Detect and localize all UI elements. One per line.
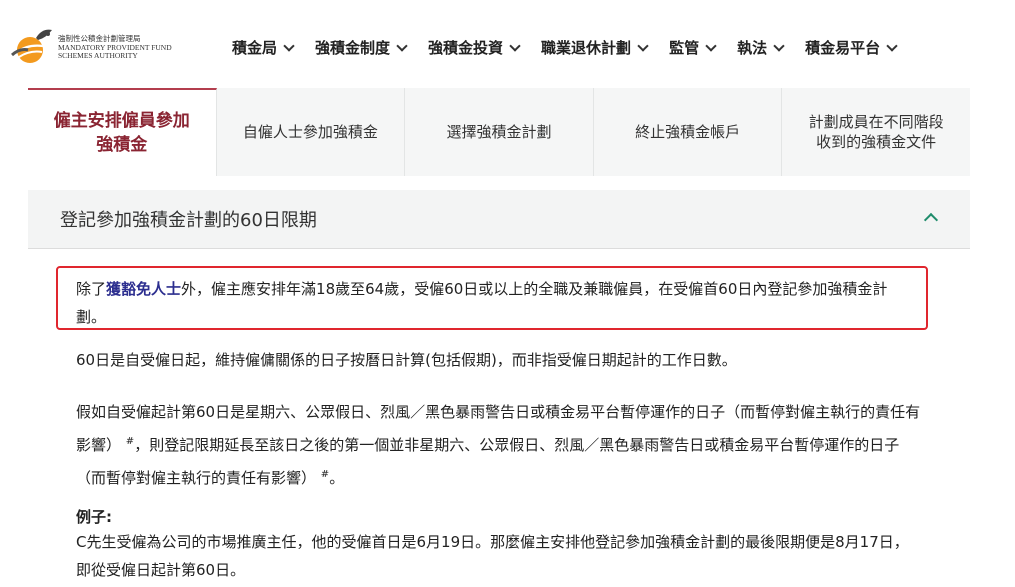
tab-self-employed[interactable]: 自僱人士參加強積金: [217, 88, 406, 176]
chevron-down-icon: [637, 39, 649, 52]
tab-terminate-account[interactable]: 終止強積金帳戶: [594, 88, 783, 176]
nav-item-enforcement[interactable]: 執法: [737, 37, 785, 58]
p3-b: ，則登記限期延長至該日之後的第一個並非星期六、公眾假日、烈風／黑色暴雨警告日或積…: [76, 436, 900, 487]
nav-item-mpf-system[interactable]: 強積金制度: [315, 37, 408, 58]
nav-item-empf[interactable]: 積金易平台: [805, 37, 898, 58]
paragraph-deadline-extension: 假如自受僱起計第60日是星期六、公眾假日、烈風／黑色暴雨警告日或積金易平台暫停運…: [76, 397, 921, 493]
chevron-up-icon[interactable]: [923, 212, 939, 228]
paragraph-60-days: 60日是自受僱日起，維持僱傭關係的日子按曆日計算(包括假期)，而非指受僱日期起計…: [76, 346, 916, 374]
footnote-marker: #: [125, 436, 135, 447]
nav-item-mpfa[interactable]: 積金局: [232, 37, 295, 58]
nav-item-mpf-investment[interactable]: 強積金投資: [428, 37, 521, 58]
accordion-header[interactable]: 登記參加強積金計劃的60日限期: [28, 190, 970, 249]
footnote-marker: #: [320, 469, 330, 480]
example-label: 例子:: [76, 508, 112, 526]
chevron-down-icon: [773, 39, 785, 52]
section-tabs: 僱主安排僱員參加強積金 自僱人士參加強積金 選擇強積金計劃 終止強積金帳戶 計劃…: [28, 88, 970, 176]
chevron-down-icon: [283, 39, 295, 52]
p4-text: C先生受僱為公司的市場推廣主任，他的受僱首日是6月19日。那麼僱主安排他登記參加…: [76, 533, 909, 579]
logo-english-line2: SCHEMES AUTHORITY: [58, 51, 138, 60]
nav-item-orso[interactable]: 職業退休計劃: [541, 37, 649, 58]
nav-item-label: 積金局: [232, 39, 278, 57]
chevron-down-icon: [705, 39, 717, 52]
p3-c: 。: [329, 469, 345, 487]
tab-label: 終止強積金帳戶: [635, 123, 741, 141]
accordion-title: 登記參加強積金計劃的60日限期: [60, 210, 317, 231]
nav-item-label: 監管: [669, 39, 700, 57]
nav-item-label: 執法: [737, 39, 768, 57]
nav-item-label: 職業退休計劃: [541, 39, 632, 57]
tab-scheme-documents[interactable]: 計劃成員在不同階段收到的強積金文件: [782, 88, 970, 176]
tab-choose-scheme[interactable]: 選擇強積金計劃: [405, 88, 594, 176]
p2-text: 60日是自受僱日起，維持僱傭關係的日子按曆日計算(包括假期)，而非指受僱日期起計…: [76, 351, 737, 369]
mpfa-logo[interactable]: 強制性公積金計劃管理局 MANDATORY PROVIDENT FUND SCH…: [8, 22, 178, 70]
nav-item-label: 強積金制度: [315, 39, 391, 57]
site-header: 強制性公積金計劃管理局 MANDATORY PROVIDENT FUND SCH…: [0, 0, 1015, 95]
p1-pre: 除了: [76, 280, 107, 298]
exempt-persons-link[interactable]: 獲豁免人士: [106, 280, 181, 298]
main-nav: 積金局 強積金制度 強積金投資 職業退休計劃 監管 執法 積金易平台: [232, 37, 918, 58]
chevron-down-icon: [396, 39, 408, 52]
chevron-down-icon: [886, 39, 898, 52]
p1-post: 外，僱主應安排年滿18歲至64歲，受僱60日或以上的全職及兼職僱員，在受僱首60…: [76, 280, 888, 326]
nav-item-regulation[interactable]: 監管: [669, 37, 717, 58]
tab-label: 計劃成員在不同階段收到的強積金文件: [808, 113, 944, 151]
nav-item-label: 積金易平台: [805, 39, 881, 57]
tab-label: 選擇強積金計劃: [446, 123, 552, 141]
paragraph-example: C先生受僱為公司的市場推廣主任，他的受僱首日是6月19日。那麼僱主安排他登記參加…: [76, 528, 921, 584]
tab-employer-enrolment[interactable]: 僱主安排僱員參加強積金: [28, 88, 217, 176]
tab-label: 僱主安排僱員參加強積金: [53, 111, 190, 155]
logo-text: 強制性公積金計劃管理局 MANDATORY PROVIDENT FUND SCH…: [58, 34, 172, 61]
mpf-logo-icon: [11, 29, 52, 63]
paragraph-enrolment-rule: 除了獲豁免人士外，僱主應安排年滿18歲至64歲，受僱60日或以上的全職及兼職僱員…: [76, 275, 916, 331]
nav-item-label: 強積金投資: [428, 39, 504, 57]
tab-label: 自僱人士參加強積金: [242, 123, 378, 141]
chevron-down-icon: [509, 39, 521, 52]
